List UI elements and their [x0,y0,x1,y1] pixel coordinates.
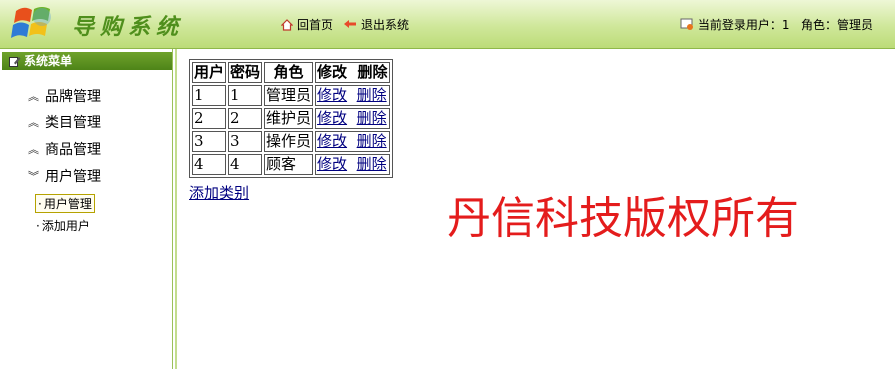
home-icon [281,18,293,31]
cell-password: 3 [228,131,263,152]
logo-icon [11,7,51,38]
table-row: 3 3 操作员 修改 删除 [192,131,390,152]
chevron-up-icon: ︽ [28,143,39,156]
column-header-delete: 删除 [357,63,388,81]
cell-actions: 修改 删除 [315,85,390,106]
table-row: 1 1 管理员 修改 删除 [192,85,390,106]
menu-edit-icon [9,56,21,67]
top-header: 导购系统 回首页 退出系统 当前登录用户：1 角色：管理员 [0,0,895,49]
sidebar-item-label: 类目管理 [45,115,101,131]
column-header-actions: 修改 删除 [315,62,390,83]
column-header-password: 密码 [228,62,263,83]
edit-link[interactable]: 修改 [317,86,347,104]
cell-actions: 修改 删除 [315,108,390,129]
cell-role: 维护员 [264,108,314,129]
edit-link[interactable]: 修改 [317,155,347,173]
home-link-label: 回首页 [297,18,334,32]
sidebar-subitem-label: 添加用户 [41,219,90,233]
cell-password: 1 [228,85,263,106]
menu-title: 系统菜单 [24,54,73,68]
sidebar-item-label: 用户管理 [45,169,101,185]
sidebar-subitem-add-user[interactable]: · 添加用户 [36,217,90,234]
column-header-user: 用户 [192,62,227,83]
sidebar-item-category[interactable]: ︽ 类目管理 [28,112,101,132]
exit-icon [344,19,356,28]
cell-password: 4 [228,154,263,175]
user-icon [680,18,693,30]
chevron-up-icon: ︽ [28,116,39,129]
sidebar-item-user[interactable]: ︾ 用户管理 [28,166,101,186]
main-content: 用户 密码 角色 修改 删除 1 1 管理员 修改 删除 2 2 维护员 修改 … [189,59,393,178]
cell-user: 3 [192,131,227,152]
cell-user: 1 [192,85,227,106]
delete-link[interactable]: 删除 [357,132,387,150]
cell-role: 操作员 [264,131,314,152]
table-row: 2 2 维护员 修改 删除 [192,108,390,129]
cell-user: 4 [192,154,227,175]
current-user-text: 当前登录用户：1 角色：管理员 [697,18,873,32]
table-row: 4 4 顾客 修改 删除 [192,154,390,175]
chevron-down-icon: ︾ [28,170,39,183]
exit-link[interactable]: 退出系统 [343,16,409,33]
cell-actions: 修改 删除 [315,154,390,175]
column-header-role: 角色 [264,62,314,83]
app-title: 导购系统 [72,14,185,40]
menu-title-bar: 系统菜单 [2,52,172,70]
home-link[interactable]: 回首页 [281,16,333,33]
cell-role: 顾客 [264,154,314,175]
cell-password: 2 [228,108,263,129]
column-header-edit: 修改 [317,63,348,81]
sidebar-item-product[interactable]: ︽ 商品管理 [28,139,101,159]
delete-link[interactable]: 删除 [357,155,387,173]
edit-link[interactable]: 修改 [317,109,347,127]
copyright-watermark: 丹信科技版权所有 [447,193,799,244]
sidebar-subitem-user-manage[interactable]: · 用户管理 [35,194,95,213]
delete-link[interactable]: 删除 [357,86,387,104]
delete-link[interactable]: 删除 [357,109,387,127]
add-category-link[interactable]: 添加类别 [189,182,249,203]
table-header-row: 用户 密码 角色 修改 删除 [192,62,390,83]
user-table: 用户 密码 角色 修改 删除 1 1 管理员 修改 删除 2 2 维护员 修改 … [189,59,393,178]
exit-link-label: 退出系统 [361,18,410,32]
current-user-info: 当前登录用户：1 角色：管理员 [680,16,873,33]
chevron-up-icon: ︽ [28,90,39,103]
sidebar-item-label: 商品管理 [45,142,101,158]
cell-actions: 修改 删除 [315,131,390,152]
edit-link[interactable]: 修改 [317,132,347,150]
cell-role: 管理员 [264,85,314,106]
sidebar-item-brand[interactable]: ︽ 品牌管理 [28,86,101,106]
sidebar-divider [175,49,177,369]
sidebar-subitem-label: 用户管理 [43,197,92,211]
sidebar: 系统菜单 ︽ 品牌管理 ︽ 类目管理 ︽ 商品管理 ︾ 用户管理 · 用户管理 … [0,49,173,369]
cell-user: 2 [192,108,227,129]
sidebar-item-label: 品牌管理 [45,89,101,105]
